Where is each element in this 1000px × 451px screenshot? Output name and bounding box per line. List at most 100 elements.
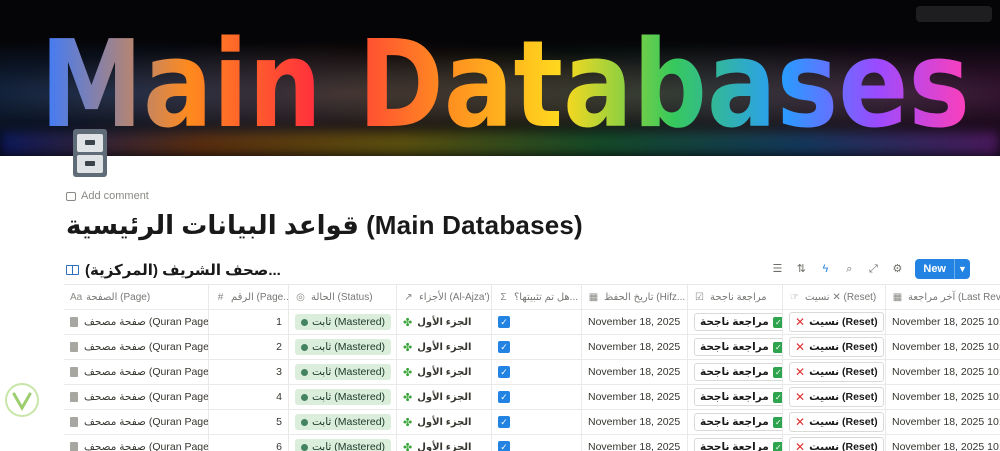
column-header[interactable]: ◎ الحالة (Status) [289,285,397,309]
juz-cell[interactable]: ✤ الجزء الأول [397,310,492,334]
status-cell[interactable]: ثابت (Mastered) [289,310,397,334]
last-review-cell[interactable]: November 18, 2025 10:42 [886,410,1000,434]
reset-button[interactable]: ✕ نسيت (Reset) [789,387,884,407]
checkbox-checked-icon[interactable]: ✓ [498,341,510,353]
page-cell[interactable]: صفحة مصحف (Quran Page) [64,360,209,384]
last-review-cell[interactable]: November 18, 2025 10:52 [886,360,1000,384]
confirmed-cell[interactable]: ✓ [492,435,582,451]
column-header[interactable]: ▦ تاريخ الحفظ (Hifz... [582,285,688,309]
column-header[interactable]: ☑ مراجعة ناجحة [688,285,783,309]
table-row[interactable]: صفحة مصحف (Quran Page) 2 ثابت (Mastered) ✤ ا… [64,335,1000,360]
number-cell[interactable]: 1 [209,310,289,334]
confirmed-cell[interactable]: ✓ [492,360,582,384]
juz-relation[interactable]: ✤ الجزء الأول [403,316,472,329]
column-header[interactable]: Σ هل تم تثبيتها؟... [492,285,582,309]
hifz-date-cell[interactable]: November 18, 2025 [582,335,688,359]
column-header[interactable]: ☞ نسيت ✕ (Reset) [783,285,886,309]
reset-button[interactable]: ✕ نسيت (Reset) [789,312,884,332]
number-cell[interactable]: 5 [209,410,289,434]
reset-cell[interactable]: ✕ نسيت (Reset) [783,435,886,451]
confirmed-cell[interactable]: ✓ [492,335,582,359]
status-cell[interactable]: ثابت (Mastered) [289,410,397,434]
review-button[interactable]: مراجعة ناجحة ✓ [694,363,782,381]
reset-button[interactable]: ✕ نسيت (Reset) [789,362,884,382]
confirmed-cell[interactable]: ✓ [492,385,582,409]
status-cell[interactable]: ثابت (Mastered) [289,335,397,359]
chevron-down-icon[interactable]: ▼ [954,259,970,279]
column-header[interactable]: Aa الصفحة (Page) [64,285,209,309]
last-review-cell[interactable]: November 18, 2025 10:42 [886,310,1000,334]
juz-relation[interactable]: ✤ الجزء الأول [403,441,472,451]
number-cell[interactable]: 6 [209,435,289,451]
juz-relation[interactable]: ✤ الجزء الأول [403,341,472,354]
status-cell[interactable]: ثابت (Mastered) [289,385,397,409]
expand-icon[interactable]: ⤢ [867,263,879,275]
reset-cell[interactable]: ✕ نسيت (Reset) [783,310,886,334]
sort-icon[interactable]: ⇅ [795,263,807,275]
file-cabinet-icon[interactable] [70,127,110,179]
review-button[interactable]: مراجعة ناجحة ✓ [694,313,782,331]
last-review-cell[interactable]: November 18, 2025 10:42 [886,335,1000,359]
hifz-date-cell[interactable]: November 18, 2025 [582,435,688,451]
review-cell[interactable]: مراجعة ناجحة ✓ [688,360,783,384]
new-button[interactable]: New ▼ [915,259,970,279]
review-button[interactable]: مراجعة ناجحة ✓ [694,388,782,406]
page-cell[interactable]: صفحة مصحف (Quran Page) [64,335,209,359]
juz-cell[interactable]: ✤ الجزء الأول [397,385,492,409]
number-cell[interactable]: 4 [209,385,289,409]
review-cell[interactable]: مراجعة ناجحة ✓ [688,335,783,359]
settings-icon[interactable]: ⚙ [891,263,903,275]
table-row[interactable]: صفحة مصحف (Quran Page) 5 ثابت (Mastered) ✤ ا… [64,410,1000,435]
change-cover-button[interactable] [916,6,992,22]
checkbox-checked-icon[interactable]: ✓ [498,391,510,403]
review-button[interactable]: مراجعة ناجحة ✓ [694,338,782,356]
reset-cell[interactable]: ✕ نسيت (Reset) [783,410,886,434]
page-cell[interactable]: صفحة مصحف (Quran Page) [64,310,209,334]
search-icon[interactable]: ⌕ [843,263,855,275]
confirmed-cell[interactable]: ✓ [492,310,582,334]
juz-cell[interactable]: ✤ الجزء الأول [397,410,492,434]
juz-cell[interactable]: ✤ الجزء الأول [397,335,492,359]
column-header[interactable]: ↗ الأجزاء (Al-Ajza') [397,285,492,309]
reset-button[interactable]: ✕ نسيت (Reset) [789,437,884,451]
checkbox-checked-icon[interactable]: ✓ [498,416,510,428]
page-cell[interactable]: صفحة مصحف (Quran Page) [64,410,209,434]
status-cell[interactable]: ثابت (Mastered) [289,435,397,451]
review-cell[interactable]: مراجعة ناجحة ✓ [688,435,783,451]
page-title[interactable]: قواعد البيانات الرئيسية (Main Databases) [66,210,583,241]
confirmed-cell[interactable]: ✓ [492,410,582,434]
last-review-cell[interactable]: November 18, 2025 10:42 [886,435,1000,451]
hifz-date-cell[interactable]: November 18, 2025 [582,360,688,384]
last-review-cell[interactable]: November 18, 2025 10:42 [886,385,1000,409]
number-cell[interactable]: 2 [209,335,289,359]
column-header[interactable]: ▦ آخر مراجعة (Last Review [886,285,1000,309]
review-button[interactable]: مراجعة ناجحة ✓ [694,438,782,451]
number-cell[interactable]: 3 [209,360,289,384]
juz-relation[interactable]: ✤ الجزء الأول [403,391,472,404]
page-cell[interactable]: صفحة مصحف (Quran Page) [64,385,209,409]
reset-button[interactable]: ✕ نسيت (Reset) [789,412,884,432]
table-row[interactable]: صفحة مصحف (Quran Page) 6 ثابت (Mastered) ✤ ا… [64,435,1000,451]
filter-icon[interactable]: ☰ [771,263,783,275]
table-row[interactable]: صفحة مصحف (Quran Page) 1 ثابت (Mastered) ✤ ا… [64,310,1000,335]
review-cell[interactable]: مراجعة ناجحة ✓ [688,410,783,434]
juz-cell[interactable]: ✤ الجزء الأول [397,435,492,451]
reset-button[interactable]: ✕ نسيت (Reset) [789,337,884,357]
juz-cell[interactable]: ✤ الجزء الأول [397,360,492,384]
column-header[interactable]: # الرقم (Page... [209,285,289,309]
table-row[interactable]: صفحة مصحف (Quran Page) 4 ثابت (Mastered) ✤ ا… [64,385,1000,410]
reset-cell[interactable]: ✕ نسيت (Reset) [783,335,886,359]
hifz-date-cell[interactable]: November 18, 2025 [582,310,688,334]
hifz-date-cell[interactable]: November 18, 2025 [582,410,688,434]
checkbox-checked-icon[interactable]: ✓ [498,316,510,328]
reset-cell[interactable]: ✕ نسيت (Reset) [783,385,886,409]
status-cell[interactable]: ثابت (Mastered) [289,360,397,384]
review-cell[interactable]: مراجعة ناجحة ✓ [688,385,783,409]
juz-relation[interactable]: ✤ الجزء الأول [403,366,472,379]
checkbox-checked-icon[interactable]: ✓ [498,366,510,378]
review-cell[interactable]: مراجعة ناجحة ✓ [688,310,783,334]
table-row[interactable]: صفحة مصحف (Quran Page) 3 ثابت (Mastered) ✤ ا… [64,360,1000,385]
reset-cell[interactable]: ✕ نسيت (Reset) [783,360,886,384]
database-title[interactable]: صحف الشريف (المركزية)... [85,261,281,279]
automation-icon[interactable]: ϟ [819,263,831,275]
